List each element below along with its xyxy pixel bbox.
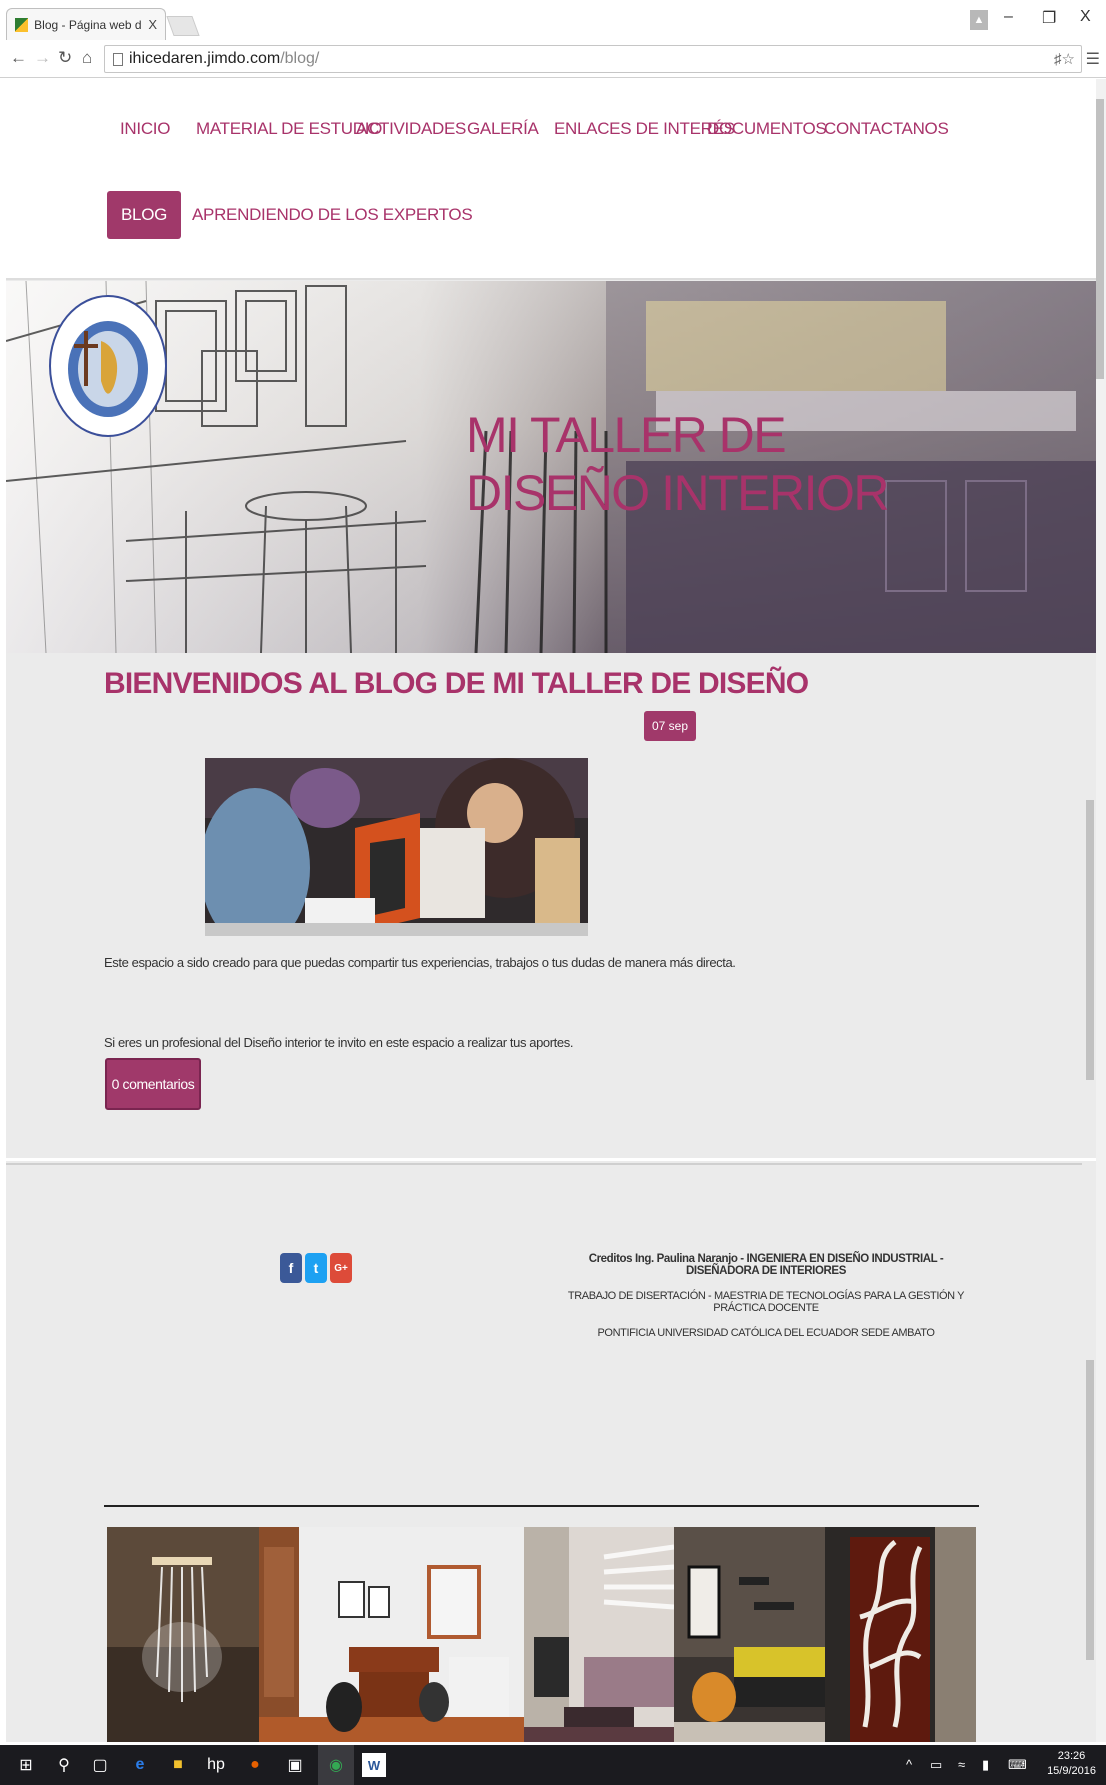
footer: f t G+ Creditos Ing. Paulina Naranjo - I… — [6, 1163, 1082, 1742]
inner-scrollbar-thumb-lower[interactable] — [1086, 1360, 1094, 1660]
nav-item-material-de-estudio[interactable]: MATERIAL DE ESTUDIO — [196, 119, 382, 139]
gallery-image-office[interactable] — [259, 1527, 524, 1742]
post-paragraph-1: Este espacio a sido creado para que pued… — [104, 955, 736, 970]
nav-item-inicio[interactable]: INICIO — [120, 119, 170, 139]
file-explorer-icon[interactable]: ■ — [166, 1753, 190, 1777]
site-favicon-icon — [15, 17, 29, 32]
post-image — [205, 758, 588, 936]
windows-taskbar: ⊞ ⚲ ▢ e ■ hp ● ▣ ◉ W ^ ▭ ≈ ▮ ⌨ 23:26 15/… — [0, 1745, 1106, 1785]
credits-line-3: PONTIFICIA UNIVERSIDAD CATÓLICA DEL ECUA… — [597, 1327, 935, 1339]
page-scrollbar[interactable] — [1096, 79, 1106, 1742]
post-paragraph-2: Si eres un profesional del Diseño interi… — [104, 1035, 574, 1050]
site-navigation: INICIO MATERIAL DE ESTUDIO ACTIVIDADES G… — [6, 79, 1096, 280]
post-date-badge: 07 sep — [644, 711, 697, 741]
battery-icon[interactable]: ▭ — [930, 1757, 942, 1773]
restore-button[interactable]: ❐ — [1042, 8, 1056, 28]
credits-line-1: Creditos Ing. Paulina Naranjo - INGENIER… — [588, 1253, 944, 1277]
url-text: ihicedaren.jimdo.com/blog/ — [129, 50, 320, 67]
footer-divider-top — [104, 1505, 979, 1507]
minimize-button[interactable]: – — [1004, 8, 1013, 26]
new-tab-button[interactable] — [166, 16, 200, 36]
reload-icon[interactable]: ↻ — [58, 48, 72, 68]
university-seal-logo — [49, 295, 167, 437]
address-bar[interactable]: ihicedaren.jimdo.com/blog/ ♯☆ — [104, 45, 1082, 73]
nav-item-contactanos[interactable]: CONTACTANOS — [824, 119, 949, 139]
social-links: f t G+ — [280, 1253, 352, 1283]
forward-icon[interactable]: → — [34, 48, 51, 68]
page-icon — [113, 52, 123, 66]
nav-item-blog[interactable]: BLOG — [107, 191, 182, 239]
notification-icon[interactable]: ▮ — [982, 1757, 989, 1773]
footer-gallery — [107, 1527, 976, 1742]
post-title[interactable]: BIENVENIDOS AL BLOG DE MI TALLER DE DISE… — [104, 667, 809, 701]
browser-menu-icon[interactable]: ☰ — [1086, 49, 1100, 69]
gallery-image-decorative-panel[interactable] — [825, 1527, 976, 1742]
browser-toolbar: ← → ↻ ⌂ ihicedaren.jimdo.com/blog/ ♯☆ ☰ — [0, 40, 1106, 78]
inner-scrollbar-thumb[interactable] — [1086, 800, 1094, 1080]
keyboard-icon[interactable]: ⌨ — [1008, 1757, 1027, 1773]
home-icon[interactable]: ⌂ — [82, 48, 92, 68]
gallery-image-living-room[interactable] — [524, 1527, 674, 1742]
facebook-icon[interactable]: f — [280, 1253, 302, 1283]
close-window-button[interactable]: X — [1080, 8, 1091, 26]
browser-tab[interactable]: Blog - Página web de ihic X — [6, 8, 166, 40]
twitter-icon[interactable]: t — [305, 1253, 327, 1283]
edge-browser-icon[interactable]: e — [128, 1753, 152, 1777]
web-page: INICIO MATERIAL DE ESTUDIO ACTIVIDADES G… — [6, 79, 1096, 1742]
search-icon[interactable]: ⚲ — [52, 1753, 76, 1777]
credits-line-2: TRABAJO DE DISERTACIÓN - MAESTRIA DE TEC… — [567, 1290, 965, 1314]
browser-tabbar: Blog - Página web de ihic X ▲ – ❐ X — [0, 0, 1106, 40]
blog-post: BIENVENIDOS AL BLOG DE MI TALLER DE DISE… — [6, 653, 1096, 1158]
tab-title: Blog - Página web de ihic — [34, 17, 142, 32]
comments-button[interactable]: 0 comentarios — [105, 1058, 201, 1110]
windows-start-icon[interactable]: ⊞ — [14, 1753, 38, 1777]
nav-item-aprendiendo-de-los-expertos[interactable]: APRENDIENDO DE LOS EXPERTOS — [192, 205, 473, 225]
gallery-image-chandelier[interactable] — [107, 1527, 259, 1742]
section-divider — [6, 1158, 1096, 1161]
task-view-icon[interactable]: ▢ — [88, 1753, 112, 1777]
wifi-icon[interactable]: ≈ — [958, 1757, 965, 1772]
store-icon[interactable]: ▣ — [283, 1753, 307, 1777]
hero-title: MI TALLER DE DISEÑO INTERIOR — [466, 407, 889, 521]
header-banner: MI TALLER DE DISEÑO INTERIOR — [6, 281, 1096, 653]
google-plus-icon[interactable]: G+ — [330, 1253, 352, 1283]
footer-credits: Creditos Ing. Paulina Naranjo - INGENIER… — [566, 1253, 966, 1352]
hp-icon[interactable]: hp — [204, 1753, 228, 1777]
tab-close-icon[interactable]: X — [148, 17, 157, 32]
nav-item-actividades[interactable]: ACTIVIDADES — [356, 119, 466, 139]
tray-chevron-icon[interactable]: ^ — [906, 1757, 912, 1772]
taskbar-clock[interactable]: 23:26 15/9/2016 — [1047, 1749, 1096, 1779]
translate-star-icons[interactable]: ♯☆ — [1054, 50, 1075, 68]
nav-item-galeria[interactable]: GALERÍA — [467, 119, 539, 139]
gallery-image-bedroom[interactable] — [674, 1527, 825, 1742]
back-icon[interactable]: ← — [10, 48, 27, 68]
nav-item-documentos[interactable]: DOCUMENTOS — [707, 119, 827, 139]
word-icon[interactable]: W — [362, 1753, 386, 1777]
user-profile-icon[interactable]: ▲ — [970, 10, 988, 30]
chrome-icon[interactable]: ◉ — [318, 1745, 354, 1785]
firefox-icon[interactable]: ● — [243, 1753, 267, 1777]
scrollbar-thumb[interactable] — [1096, 99, 1104, 379]
